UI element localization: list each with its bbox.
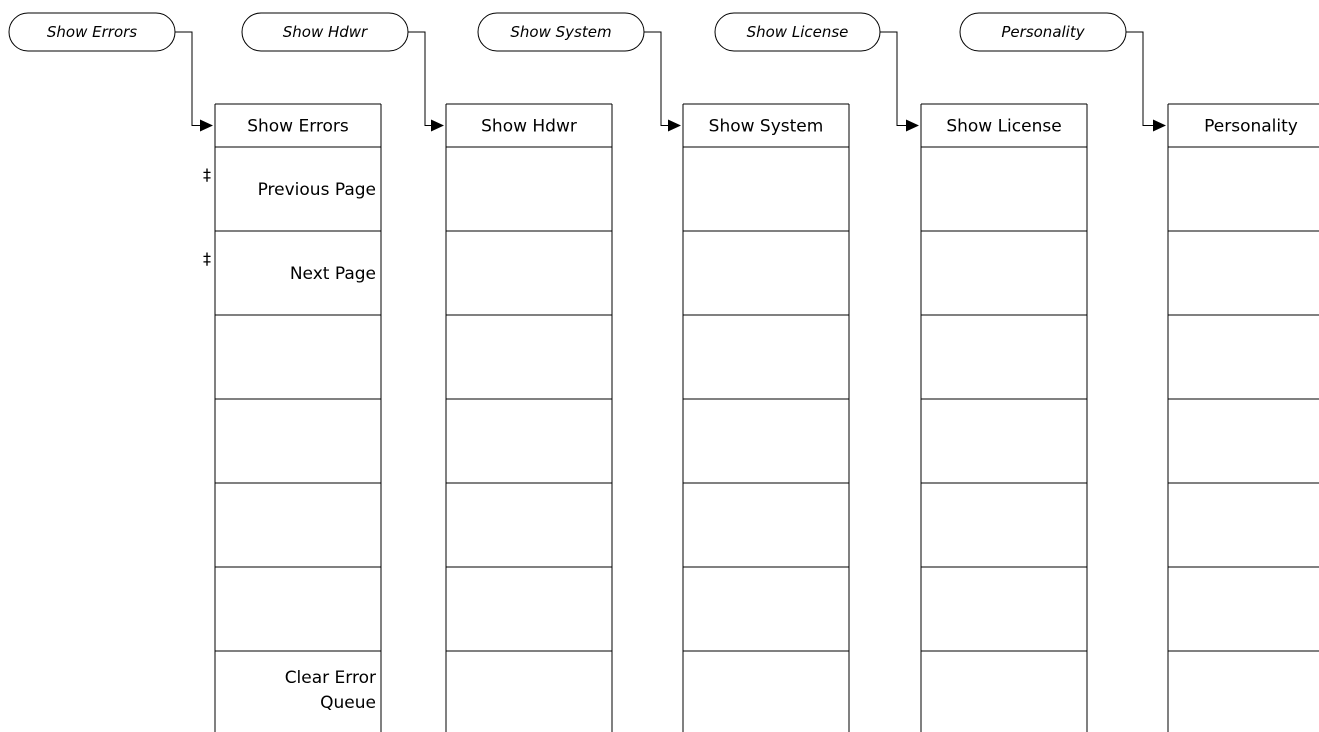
softkey-show-license-3[interactable] <box>922 316 1086 398</box>
softkey-show-hdwr-3[interactable] <box>447 316 611 398</box>
connector-line-show-license <box>880 31 908 126</box>
softkey-personality-4[interactable] <box>1169 400 1319 482</box>
arrow-icon-show-system <box>668 119 681 132</box>
softkey-show-license-6[interactable] <box>922 568 1086 650</box>
softkey-show-system-6[interactable] <box>684 568 848 650</box>
arrow-icon-show-errors <box>200 119 213 132</box>
front-panel-key-label-show-hdwr: Show Hdwr <box>283 23 368 41</box>
menu-title-show-hdwr: Show Hdwr <box>481 117 577 137</box>
arrow-icon-personality <box>1153 119 1166 132</box>
softkey-show-system-3[interactable] <box>684 316 848 398</box>
softkey-show-errors-6[interactable] <box>216 568 380 650</box>
softkey-personality-1[interactable] <box>1169 148 1319 230</box>
double-dagger-marker: ‡ <box>203 249 211 268</box>
front-panel-key-label-show-system: Show System <box>510 23 611 41</box>
softkey-show-hdwr-5[interactable] <box>447 484 611 566</box>
softkey-show-license-4[interactable] <box>922 400 1086 482</box>
softkey-personality-3[interactable] <box>1169 316 1319 398</box>
menu-title-show-license: Show License <box>946 117 1061 137</box>
softkey-label-clear-error: Clear Error <box>285 668 376 688</box>
softkey-show-license-5[interactable] <box>922 484 1086 566</box>
softkey-show-errors-4[interactable] <box>216 400 380 482</box>
menu-title-personality: Personality <box>1204 117 1298 137</box>
softkey-show-system-2[interactable] <box>684 232 848 314</box>
softkey-show-hdwr-7[interactable] <box>447 652 611 732</box>
arrow-icon-show-hdwr <box>431 119 444 132</box>
softkey-show-errors-7[interactable] <box>216 652 380 732</box>
menu-title-show-system: Show System <box>709 117 824 137</box>
softkey-show-license-2[interactable] <box>922 232 1086 314</box>
softkey-show-hdwr-2[interactable] <box>447 232 611 314</box>
softkey-show-hdwr-1[interactable] <box>447 148 611 230</box>
double-dagger-marker: ‡ <box>203 165 211 184</box>
softkey-show-system-7[interactable] <box>684 652 848 732</box>
softkey-personality-2[interactable] <box>1169 232 1319 314</box>
softkey-show-system-4[interactable] <box>684 400 848 482</box>
softkey-label-queue: Queue <box>320 693 376 713</box>
softkey-label-next-page: Next Page <box>290 264 376 284</box>
connector-line-show-system <box>644 31 670 126</box>
softkey-label-previous-page: Previous Page <box>258 180 376 200</box>
softkey-show-license-7[interactable] <box>922 652 1086 732</box>
menu-title-show-errors: Show Errors <box>247 117 349 137</box>
arrow-icon-show-license <box>906 119 919 132</box>
softkey-show-errors-3[interactable] <box>216 316 380 398</box>
softkey-show-system-1[interactable] <box>684 148 848 230</box>
softkey-show-hdwr-4[interactable] <box>447 400 611 482</box>
softkey-personality-7[interactable] <box>1169 652 1319 732</box>
softkey-personality-5[interactable] <box>1169 484 1319 566</box>
connector-line-show-errors <box>175 31 202 126</box>
softkey-personality-6[interactable] <box>1169 568 1319 650</box>
softkey-show-license-1[interactable] <box>922 148 1086 230</box>
front-panel-key-label-show-errors: Show Errors <box>47 23 137 41</box>
softkey-show-system-5[interactable] <box>684 484 848 566</box>
softkey-menu-diagram: Show Errors Show Errors Previous Page ‡ Next… <box>8 12 1319 732</box>
softkey-show-hdwr-6[interactable] <box>447 568 611 650</box>
front-panel-key-label-show-license: Show License <box>747 23 849 41</box>
connector-line-show-hdwr <box>408 31 433 126</box>
front-panel-key-label-personality: Personality <box>1001 23 1085 41</box>
softkey-show-errors-5[interactable] <box>216 484 380 566</box>
connector-line-personality <box>1126 31 1155 126</box>
